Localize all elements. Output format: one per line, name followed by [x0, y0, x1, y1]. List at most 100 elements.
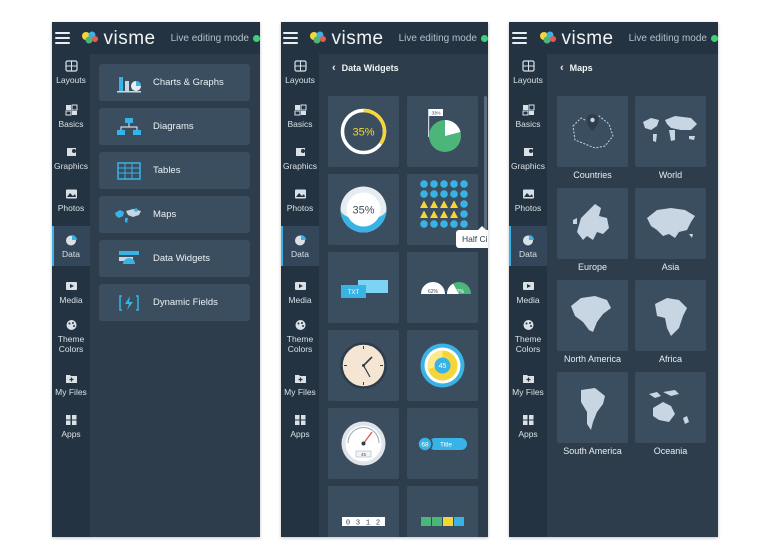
nav-item-apps[interactable]: Apps	[509, 414, 547, 439]
map-label: South America	[563, 446, 622, 456]
data-icon	[522, 234, 535, 246]
map-tile-south-america[interactable]	[557, 372, 628, 443]
hamburger-menu-icon[interactable]	[281, 22, 300, 54]
nav-item-data[interactable]: Data	[509, 226, 547, 266]
percentage-circle-graphic: 35%	[340, 186, 387, 233]
nav-item-apps[interactable]: Apps	[52, 414, 90, 439]
nav-item-basics[interactable]: Basics	[52, 104, 90, 129]
clock-widget[interactable]	[328, 330, 399, 401]
nav-item-media[interactable]: Media	[281, 280, 319, 305]
nav-item-my-files[interactable]: My Files	[52, 372, 90, 397]
counter-digit: 0	[346, 520, 350, 528]
north-america-map-icon	[571, 296, 611, 332]
nav-label: Data	[291, 249, 309, 259]
side-nav: Layouts Basics Graphics Photos Data Media Them…	[281, 54, 319, 537]
nav-item-theme-colors[interactable]: Theme Colors	[52, 319, 90, 354]
nav-item-my-files[interactable]: My Files	[509, 372, 547, 397]
hamburger-menu-icon[interactable]	[52, 22, 72, 54]
circle-icon	[420, 220, 428, 228]
live-editing-label: Live editing mode	[170, 32, 249, 44]
nav-item-graphics[interactable]: Graphics	[52, 146, 90, 171]
data-icon	[294, 234, 307, 246]
color-bar-widget[interactable]	[407, 486, 478, 537]
nav-item-layouts[interactable]: Layouts	[52, 60, 90, 85]
scrollbar[interactable]	[484, 96, 487, 241]
radial-progress-value: 35%	[352, 127, 374, 139]
map-tile-europe[interactable]	[557, 188, 628, 259]
donut-gauge-widget[interactable]: 45	[407, 330, 478, 401]
live-status-dot	[481, 34, 488, 42]
speedometer-graphic: 45	[341, 421, 386, 466]
back-to-library-button[interactable]: ‹ Maps	[547, 54, 718, 82]
data-widgets-panel: visme Live editing mode Layouts Basics Gra…	[281, 22, 488, 537]
brand-logo: visme	[308, 29, 383, 48]
layouts-icon	[64, 60, 78, 72]
map-label: World	[658, 170, 683, 180]
triangle-icon	[440, 210, 448, 218]
clock-graphic	[340, 342, 387, 389]
map-tile-oceania[interactable]	[635, 372, 706, 443]
color-bar-graphic	[421, 517, 464, 526]
nav-item-graphics[interactable]: Graphics	[509, 146, 547, 171]
back-to-library-button[interactable]: ‹ Data Widgets	[319, 54, 488, 82]
library-item-charts[interactable]: Charts & Graphs	[99, 64, 250, 101]
text-blocks-graphic: TXT	[341, 280, 388, 298]
circle-icon	[450, 180, 458, 188]
library-item-maps[interactable]: Maps	[99, 196, 250, 233]
nav-item-layouts[interactable]: Layouts	[509, 60, 547, 85]
panel-title: Data Widgets	[341, 63, 399, 73]
map-label: North America	[563, 354, 622, 364]
library-item-label: Maps	[153, 209, 177, 220]
media-icon	[522, 280, 535, 292]
circle-icon	[430, 180, 438, 188]
nav-label: Apps	[290, 429, 310, 439]
triangle-icon	[420, 200, 428, 208]
europe-map-icon	[573, 204, 609, 240]
circle-icon	[440, 220, 448, 228]
library-item-diagrams[interactable]: Diagrams	[99, 108, 250, 145]
hamburger-menu-icon[interactable]	[509, 22, 530, 54]
library-item-dynamic-fields[interactable]: Dynamic Fields	[99, 284, 250, 321]
flag-pie-value: 33%	[431, 111, 440, 116]
nav-item-photos[interactable]: Photos	[509, 188, 547, 213]
map-tile-world[interactable]	[635, 96, 706, 167]
flag-pie-widget[interactable]: 33%	[407, 96, 478, 167]
oceania-map-icon	[649, 390, 689, 424]
map-tile-north-america[interactable]	[557, 280, 628, 351]
nav-item-theme-colors[interactable]: Theme Colors	[281, 319, 319, 354]
nav-item-data[interactable]: Data	[52, 226, 90, 266]
photos-icon	[294, 188, 307, 200]
chart-icon	[117, 76, 141, 92]
media-icon	[65, 280, 78, 292]
text-blocks-widget[interactable]: TXT	[328, 252, 399, 323]
map-tile-africa[interactable]	[635, 280, 706, 351]
speedometer-widget[interactable]: 45	[328, 408, 399, 479]
half-circle-widget[interactable]: 62% 27%	[407, 252, 478, 323]
nav-item-photos[interactable]: Photos	[52, 188, 90, 213]
countries-map-icon	[572, 114, 614, 149]
library-item-tables[interactable]: Tables	[99, 152, 250, 189]
radial-progress-widget[interactable]: 35%	[328, 96, 399, 167]
diagram-icon	[117, 117, 141, 135]
nav-item-photos[interactable]: Photos	[281, 188, 319, 213]
percentage-circle-widget[interactable]: 35%	[328, 174, 399, 245]
nav-item-media[interactable]: Media	[509, 280, 547, 305]
library-item-data-widgets[interactable]: Data Widgets	[99, 240, 250, 277]
map-tile-asia[interactable]	[635, 188, 706, 259]
counter-widget[interactable]: 0 3 1 2	[328, 486, 399, 537]
nav-item-basics[interactable]: Basics	[281, 104, 319, 129]
graphics-icon	[65, 146, 78, 158]
nav-item-graphics[interactable]: Graphics	[281, 146, 319, 171]
nav-item-apps[interactable]: Apps	[281, 414, 319, 439]
theme-colors-icon	[65, 319, 78, 331]
nav-item-theme-colors[interactable]: Theme Colors	[509, 319, 547, 354]
nav-item-basics[interactable]: Basics	[509, 104, 547, 129]
number-title-widget[interactable]: 68 Title	[407, 408, 478, 479]
nav-item-data[interactable]: Data	[281, 226, 319, 266]
nav-item-media[interactable]: Media	[52, 280, 90, 305]
library-item-label: Tables	[153, 165, 181, 176]
nav-item-my-files[interactable]: My Files	[281, 372, 319, 397]
nav-item-layouts[interactable]: Layouts	[281, 60, 319, 85]
brand-name: visme	[331, 27, 384, 49]
map-tile-countries[interactable]	[557, 96, 628, 167]
